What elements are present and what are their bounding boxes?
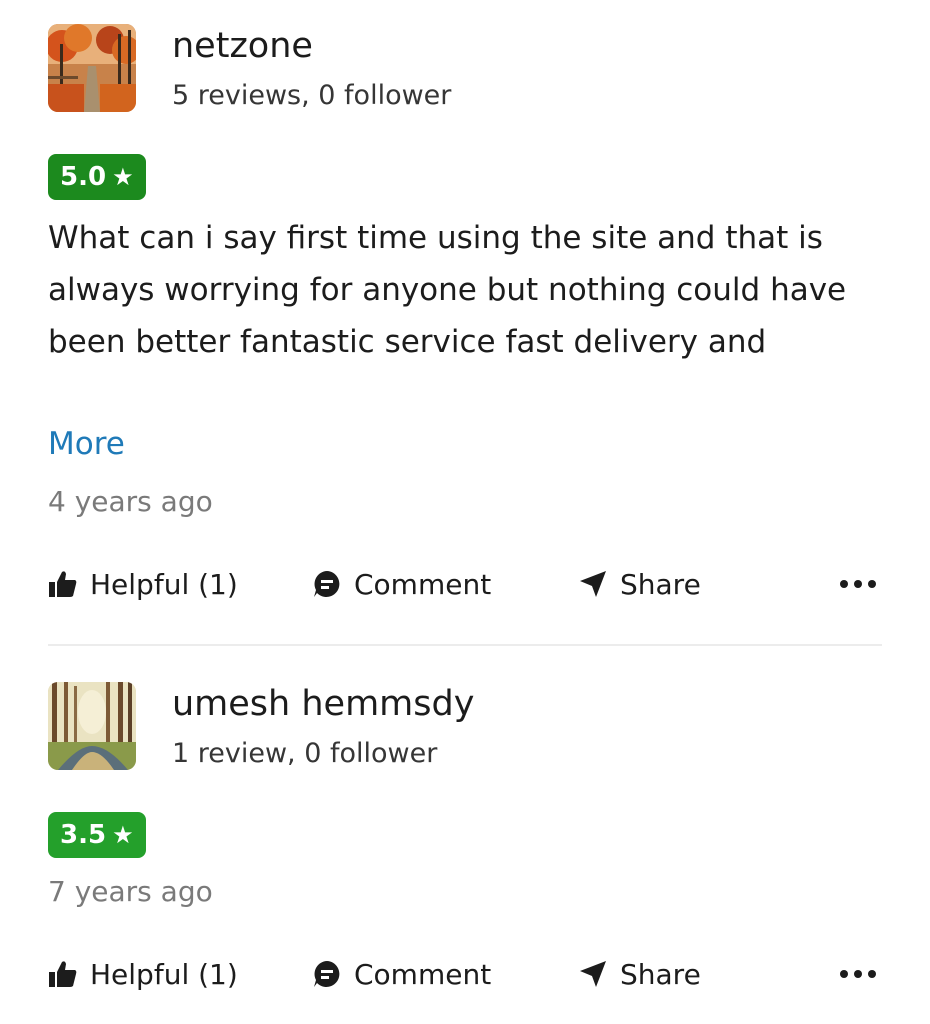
thumbs-up-icon — [48, 959, 78, 989]
more-options-icon — [838, 968, 878, 980]
comment-button[interactable]: Comment — [312, 952, 491, 996]
rating-badge: 5.0 ★ — [48, 154, 146, 200]
share-arrow-icon — [578, 569, 608, 599]
review-header: netzone 5 reviews, 0 follower — [48, 24, 882, 112]
comment-icon — [312, 569, 342, 599]
star-icon: ★ — [112, 163, 134, 191]
review-card: umesh hemmsdy 1 review, 0 follower 3.5 ★… — [48, 682, 882, 991]
user-stats: 5 reviews, 0 follower — [172, 80, 452, 111]
review-timestamp: 4 years ago — [48, 485, 213, 518]
user-name[interactable]: netzone — [172, 24, 313, 68]
review-actions: Helpful (1) Comment Share — [48, 562, 882, 606]
review-card: netzone 5 reviews, 0 follower 5.0 ★ What… — [48, 24, 882, 601]
rating-value: 3.5 — [60, 820, 107, 850]
share-label: Share — [620, 567, 701, 601]
review-divider — [48, 644, 882, 646]
more-options-icon — [838, 578, 878, 590]
more-options-button[interactable] — [838, 952, 878, 996]
avatar-autumn-path-image — [48, 24, 136, 112]
rating-badge: 3.5 ★ — [48, 812, 146, 858]
share-button[interactable]: Share — [578, 562, 701, 606]
helpful-button[interactable]: Helpful (1) — [48, 952, 238, 996]
rating-value: 5.0 — [60, 162, 107, 192]
helpful-label: Helpful (1) — [90, 957, 238, 991]
review-text: What can i say first time using the site… — [48, 220, 847, 360]
avatar[interactable] — [48, 24, 136, 112]
share-arrow-icon — [578, 959, 608, 989]
comment-button[interactable]: Comment — [312, 562, 491, 606]
more-link[interactable]: More — [48, 422, 125, 466]
comment-label: Comment — [354, 567, 492, 601]
review-header: umesh hemmsdy 1 review, 0 follower — [48, 682, 882, 770]
comment-label: Comment — [354, 957, 492, 991]
helpful-button[interactable]: Helpful (1) — [48, 562, 238, 606]
avatar-forest-stream-image — [48, 682, 136, 770]
user-name[interactable]: umesh hemmsdy — [172, 682, 474, 726]
user-stats: 1 review, 0 follower — [172, 738, 438, 769]
thumbs-up-icon — [48, 569, 78, 599]
more-options-button[interactable] — [838, 562, 878, 606]
helpful-label: Helpful (1) — [90, 567, 238, 601]
share-button[interactable]: Share — [578, 952, 701, 996]
review-actions: Helpful (1) Comment Share — [48, 952, 882, 996]
review-timestamp: 7 years ago — [48, 875, 213, 908]
comment-icon — [312, 959, 342, 989]
avatar[interactable] — [48, 682, 136, 770]
share-label: Share — [620, 957, 701, 991]
star-icon: ★ — [112, 821, 134, 849]
